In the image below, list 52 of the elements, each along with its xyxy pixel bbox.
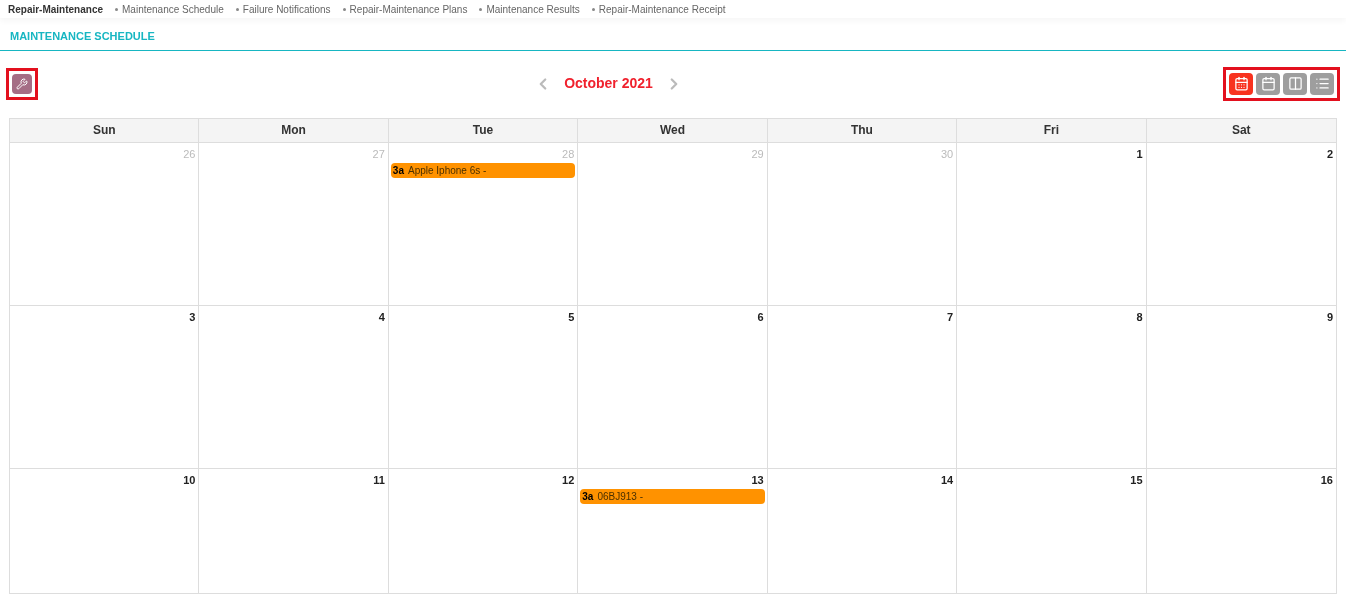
weekday-header: Wed bbox=[578, 118, 768, 142]
day-number: 11 bbox=[373, 472, 385, 488]
day-number: 7 bbox=[947, 309, 954, 325]
day-number: 29 bbox=[751, 146, 764, 162]
month-view-button[interactable] bbox=[1256, 72, 1280, 95]
weekday-header: Sat bbox=[1230, 122, 1252, 139]
day-number: 2 bbox=[1326, 146, 1333, 162]
day-number: 6 bbox=[757, 309, 764, 325]
breadcrumb-link[interactable]: Repair-Maintenance bbox=[8, 1, 104, 17]
day-number: 28 bbox=[562, 146, 575, 162]
weekday-header: Mon bbox=[199, 118, 389, 142]
columns-icon bbox=[1287, 76, 1303, 91]
week-view-button[interactable] bbox=[1283, 72, 1307, 95]
calendar-event[interactable]: 3a 06BJ913 - bbox=[580, 489, 765, 504]
calendar-event[interactable]: 3a Apple Iphone 6s - bbox=[390, 163, 576, 178]
breadcrumb-link[interactable]: Maintenance Schedule bbox=[115, 1, 224, 17]
month-title: October 2021 bbox=[564, 74, 653, 93]
day-number: 5 bbox=[568, 309, 575, 325]
day-number: 10 bbox=[183, 472, 196, 488]
day-number: 16 bbox=[1320, 472, 1333, 488]
wrench-button[interactable] bbox=[12, 73, 32, 94]
day-number: 30 bbox=[940, 146, 954, 162]
day-number: 8 bbox=[1136, 309, 1143, 325]
event-title: 06BJ913 - bbox=[597, 490, 643, 504]
weekday-header: Fri bbox=[957, 118, 1147, 142]
day-number: 4 bbox=[378, 309, 385, 325]
calendar-day-icon bbox=[1233, 76, 1249, 91]
day-number: 3 bbox=[189, 309, 196, 325]
list-icon bbox=[1314, 76, 1330, 91]
day-number: 27 bbox=[372, 146, 385, 162]
day-number: 12 bbox=[562, 472, 575, 488]
event-title: Apple Iphone 6s - bbox=[407, 164, 487, 178]
day-number: 1 bbox=[1136, 146, 1143, 162]
weekday-header: Sun bbox=[10, 118, 200, 142]
event-time: 3a bbox=[582, 490, 594, 504]
weekday-header: Tue bbox=[388, 118, 579, 142]
breadcrumb-link[interactable]: Repair-Maintenance Receipt bbox=[591, 1, 726, 17]
day-number: 15 bbox=[1130, 472, 1143, 488]
breadcrumb-link[interactable]: Maintenance Results bbox=[479, 1, 580, 17]
day-number: 26 bbox=[183, 146, 196, 162]
breadcrumb-link[interactable]: Repair-Maintenance Plans bbox=[342, 1, 468, 17]
wrench-icon bbox=[16, 77, 28, 90]
calendar-grid-icon bbox=[1260, 76, 1276, 91]
page-title: MAINTENANCE SCHEDULE bbox=[10, 29, 156, 44]
weekday-header: Thu bbox=[767, 118, 958, 142]
day-number: 14 bbox=[940, 472, 954, 488]
day-number: 13 bbox=[751, 472, 764, 488]
event-time: 3a bbox=[392, 164, 404, 178]
day-view-button[interactable] bbox=[1229, 72, 1253, 95]
breadcrumb-link[interactable]: Failure Notifications bbox=[235, 1, 331, 17]
list-view-button[interactable] bbox=[1310, 72, 1334, 95]
day-number: 9 bbox=[1326, 309, 1333, 325]
